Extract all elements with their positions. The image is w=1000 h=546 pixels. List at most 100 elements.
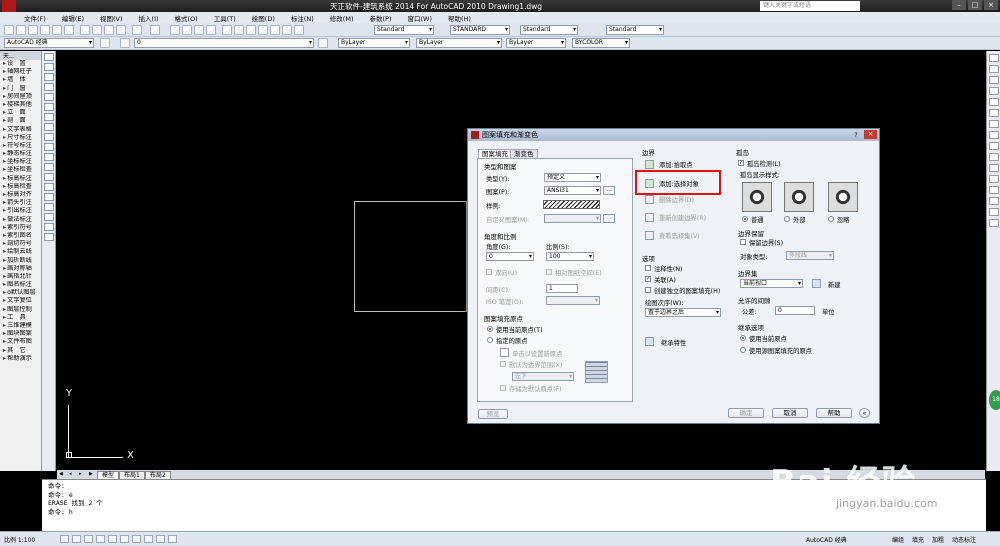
iso-select[interactable] (546, 296, 600, 305)
workspace-status[interactable]: AutoCAD 经典 (806, 535, 847, 544)
ducs-icon[interactable] (132, 535, 141, 543)
match-icon[interactable] (116, 25, 126, 35)
view-selection-icon[interactable] (645, 231, 654, 240)
redo-icon[interactable] (150, 25, 160, 35)
dim-style-combo[interactable]: STANDARD (450, 25, 510, 35)
palette-item[interactable]: 标高检查 (0, 183, 41, 191)
custom-pattern-select[interactable] (544, 214, 601, 223)
polyline-icon[interactable] (43, 73, 54, 81)
palette-item[interactable]: 画指北针 (0, 273, 41, 281)
island-normal-icon[interactable] (742, 182, 772, 212)
set-origin-icon[interactable] (500, 348, 509, 357)
use-current-origin-radio[interactable] (487, 326, 493, 332)
dialog-close-icon[interactable]: × (864, 130, 877, 139)
palette-item[interactable]: 三维建模 (0, 322, 41, 330)
next-tab-icon[interactable]: ▸ (79, 471, 87, 478)
workspace-combo[interactable]: AutoCAD 经典 (4, 38, 94, 48)
zoom-icon[interactable] (182, 25, 192, 35)
palette-item[interactable]: 工 具 (0, 314, 41, 322)
save-icon[interactable] (28, 25, 38, 35)
menu-help[interactable]: 帮助(H) (440, 12, 479, 23)
markup-icon[interactable] (270, 25, 280, 35)
palette-item[interactable]: 图层控制 (0, 306, 41, 314)
add-pick-label[interactable]: 添加:拾取点 (659, 160, 693, 169)
mtext-icon[interactable] (43, 233, 54, 241)
palette-item[interactable]: 轴网柱子 (0, 68, 41, 76)
ortho-icon[interactable] (84, 535, 93, 543)
new-boundary-set-icon[interactable] (812, 279, 821, 288)
chamfer-icon[interactable] (988, 197, 999, 205)
island-ignore-icon[interactable] (828, 182, 858, 212)
palette-item[interactable]: 做法标注 (0, 216, 41, 224)
palette-item[interactable]: 静态标注 (0, 150, 41, 158)
qp-icon[interactable] (168, 535, 177, 543)
pattern-browse-button[interactable]: ... (603, 186, 615, 195)
palette-item[interactable]: 图名标注 (0, 281, 41, 289)
publish-icon[interactable] (64, 25, 74, 35)
menu-draw[interactable]: 绘图(D) (244, 12, 283, 23)
grid-icon[interactable] (72, 535, 81, 543)
palette-item[interactable]: 设 置 (0, 60, 41, 68)
double-checkbox[interactable] (486, 269, 492, 275)
specified-origin-radio[interactable] (487, 337, 493, 343)
relative-paper-checkbox[interactable] (546, 269, 552, 275)
extend-icon[interactable] (988, 164, 999, 172)
extent-select[interactable]: 左下 (512, 372, 574, 381)
undo-icon[interactable] (132, 25, 142, 35)
palette-item[interactable]: 门 窗 (0, 85, 41, 93)
annotative-checkbox[interactable] (645, 265, 651, 271)
remove-boundary-icon[interactable] (645, 195, 654, 204)
copy-object-icon[interactable] (988, 65, 999, 73)
palette-item[interactable]: 箭头引注 (0, 199, 41, 207)
layer-properties-icon[interactable] (120, 38, 130, 48)
palette-item[interactable]: 坐标标注 (0, 158, 41, 166)
dialog-help-icon[interactable]: ? (850, 130, 862, 139)
preview-icon[interactable] (52, 25, 62, 35)
palette-item[interactable]: 其 它 (0, 347, 41, 355)
island-normal-radio[interactable] (742, 216, 748, 222)
join-icon[interactable] (988, 186, 999, 194)
menu-parametric[interactable]: 参数(P) (361, 12, 399, 23)
last-tab-icon[interactable]: ▶ (89, 471, 97, 478)
scale-status[interactable]: 比例 1:100 (4, 535, 35, 544)
recreate-boundary-label[interactable]: 重新创建边界(R) (659, 213, 706, 222)
inherit-icon[interactable] (645, 337, 654, 346)
point-icon[interactable] (43, 183, 54, 191)
first-tab-icon[interactable]: ◀ (59, 471, 67, 478)
trim-icon[interactable] (988, 153, 999, 161)
ellipse-icon[interactable] (43, 143, 54, 151)
tab-hatch[interactable]: 图案填充 (478, 149, 512, 158)
erase-icon[interactable] (988, 54, 999, 62)
linetype-combo[interactable]: ByLayer (416, 38, 502, 48)
palette-item[interactable]: 标高标注 (0, 175, 41, 183)
color-combo[interactable]: ByLayer (338, 38, 410, 48)
text-style-combo[interactable]: Standard (374, 25, 434, 35)
cut-icon[interactable] (80, 25, 90, 35)
minimize-icon[interactable]: – (952, 0, 966, 10)
retain-boundary-checkbox[interactable] (740, 239, 746, 245)
sheet-set-icon[interactable] (258, 25, 268, 35)
polar-icon[interactable] (96, 535, 105, 543)
palette-item[interactable]: 楼梯其他 (0, 101, 41, 109)
island-outer-icon[interactable] (784, 182, 814, 212)
palette-item[interactable]: 帮助演示 (0, 355, 41, 363)
angle-select[interactable]: 0 (486, 252, 534, 261)
offset-icon[interactable] (988, 87, 999, 95)
tab-gradient[interactable]: 渐变色 (510, 149, 538, 158)
rotate-icon[interactable] (988, 120, 999, 128)
remove-boundary-label[interactable]: 删除边界(D) (659, 195, 694, 204)
status-bold[interactable]: 加粗 (932, 535, 944, 544)
default-extent-checkbox[interactable] (500, 361, 506, 367)
prev-tab-icon[interactable]: ◂ (69, 471, 77, 478)
plot-icon[interactable] (40, 25, 50, 35)
osnap-icon[interactable] (108, 535, 117, 543)
close-icon[interactable]: × (984, 0, 998, 10)
insert-block-icon[interactable] (43, 163, 54, 171)
recreate-boundary-icon[interactable] (645, 213, 654, 222)
palette-item[interactable]: o默认图层 (0, 289, 41, 297)
menu-edit[interactable]: 编辑(E) (54, 12, 92, 23)
polygon-icon[interactable] (43, 83, 54, 91)
palette-item[interactable]: 绘制云线 (0, 248, 41, 256)
status-group[interactable]: 编组 (892, 535, 904, 544)
palette-item[interactable]: 尺寸标注 (0, 134, 41, 142)
